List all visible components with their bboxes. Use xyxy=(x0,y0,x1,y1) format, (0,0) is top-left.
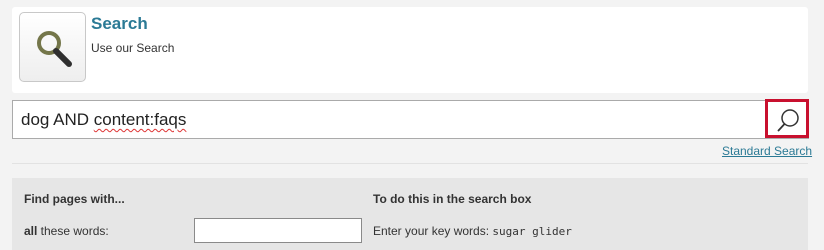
page-subtitle: Use our Search xyxy=(91,41,175,55)
all-words-label: all these words: xyxy=(24,224,109,238)
page-title: Search xyxy=(91,14,148,33)
search-box[interactable]: dog AND content:faqs xyxy=(12,99,809,139)
divider xyxy=(12,163,808,164)
find-pages-heading: Find pages with... xyxy=(24,192,125,206)
search-query-flagged: content:faqs xyxy=(93,110,187,129)
search-tile xyxy=(19,12,86,82)
all-words-field[interactable] xyxy=(194,218,362,243)
magnifier-icon xyxy=(37,31,72,67)
search-input[interactable]: dog AND content:faqs xyxy=(21,110,186,130)
all-words-instruction: Enter your key words: sugar glider xyxy=(373,224,572,238)
search-button[interactable] xyxy=(765,99,809,138)
standard-search-link[interactable]: Standard Search xyxy=(722,144,812,158)
advanced-search-help: Find pages with... To do this in the sea… xyxy=(12,178,808,250)
search-box-heading: To do this in the search box xyxy=(373,192,532,206)
search-icon xyxy=(777,109,799,132)
search-header-card: Search Use our Search xyxy=(12,7,808,93)
search-query-text: dog AND xyxy=(21,110,94,129)
all-words-example: sugar glider xyxy=(492,225,572,238)
